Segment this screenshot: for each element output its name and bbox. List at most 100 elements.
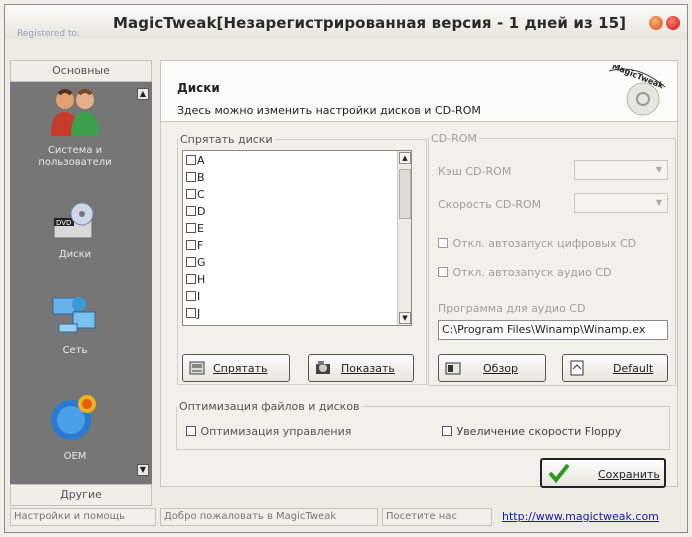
drive-checkbox[interactable] <box>186 189 196 199</box>
drive-row-i[interactable]: I <box>186 289 200 305</box>
magictweak-logo: MagicTweak <box>608 65 665 116</box>
drive-letter: C <box>197 188 205 201</box>
drive-checkbox[interactable] <box>186 257 196 267</box>
drive-letter: G <box>197 256 206 269</box>
website-link[interactable]: http://www.magictweak.com <box>502 510 659 523</box>
audio-program-label: Программа для аудио CD <box>438 302 586 315</box>
hide-disks-legend: Спрятать диски <box>180 133 273 146</box>
drive-checkbox[interactable] <box>186 240 196 250</box>
sidebar-item-network[interactable]: Сеть <box>10 294 140 357</box>
drive-letter: I <box>197 290 201 303</box>
floppy-speed-option[interactable]: Увеличение скорости Floppy <box>442 425 621 438</box>
sidebar-item-disks[interactable]: DVD Диски <box>10 202 140 261</box>
cdrom-speed-label: Скорость CD-ROM <box>438 198 542 211</box>
drive-letter: H <box>197 273 206 286</box>
floppy-speed-checkbox[interactable] <box>442 426 452 436</box>
sidebar: Основные ▲ Система и пользователи DVD Ди… <box>10 60 153 507</box>
drive-checkbox[interactable] <box>186 172 196 182</box>
sidebar-item-label: Диски <box>58 249 92 260</box>
chevron-down-icon: ▼ <box>655 165 663 174</box>
show-drives-label: Показать <box>341 362 395 375</box>
page-header: Диски Здесь можно изменить настройки дис… <box>161 61 677 122</box>
page-description: Здесь можно изменить настройки дисков и … <box>177 104 481 117</box>
scroll-down-arrow-icon[interactable]: ▼ <box>399 312 411 324</box>
drive-row-h[interactable]: H <box>186 272 205 288</box>
status-welcome: Добро пожаловать в MagicTweak <box>160 508 378 526</box>
sidebar-item-oem[interactable]: OEM <box>10 392 140 463</box>
control-optimization-checkbox[interactable] <box>186 426 196 436</box>
browse-folder-icon <box>445 362 461 375</box>
status-settings-help[interactable]: Настройки и помощь <box>10 508 156 526</box>
oem-icon <box>51 395 96 440</box>
scroll-up-arrow-icon[interactable]: ▲ <box>399 152 411 164</box>
drive-checkbox[interactable] <box>186 274 196 284</box>
drive-row-b[interactable]: B <box>186 170 205 186</box>
sidebar-item-label: OEM <box>63 451 87 462</box>
chevron-down-icon: ▼ <box>655 198 663 207</box>
audio-program-path-field[interactable]: C:\Program Files\Winamp\Winamp.ex <box>438 320 668 340</box>
status-visit: Посетите нас <box>382 508 492 526</box>
save-button[interactable]: Сохранить <box>540 458 666 488</box>
drives-scrollbar[interactable]: ▲ ▼ <box>397 151 411 325</box>
sidebar-item-users[interactable]: Система и пользователи <box>10 86 140 169</box>
drive-row-c[interactable]: C <box>186 187 205 203</box>
sidebar-panel: ▲ Система и пользователи DVD Диски Сеть … <box>10 82 152 484</box>
drive-checkbox[interactable] <box>186 155 196 165</box>
cdrom-speed-select[interactable]: ▼ <box>574 193 668 213</box>
svg-text:DVD: DVD <box>56 219 71 227</box>
optimization-legend: Оптимизация файлов и дисков <box>179 400 360 413</box>
autorun-audio-label: Откл. автозапуск аудио CD <box>452 266 612 279</box>
drive-row-f[interactable]: F <box>186 238 203 254</box>
dvd-drive-icon: DVD <box>53 202 94 239</box>
minimize-button[interactable] <box>649 16 663 30</box>
network-icon <box>52 297 96 333</box>
title-bar[interactable]: MagicTweak[Незарегистрированная версия -… <box>5 5 687 39</box>
checkmark-icon <box>548 463 570 483</box>
drive-checkbox[interactable] <box>186 206 196 216</box>
cdrom-cache-label: Кэш CD-ROM <box>438 165 512 178</box>
drive-row-g[interactable]: G <box>186 255 206 271</box>
hide-disk-icon <box>189 361 205 375</box>
hide-drives-label: Спрятать <box>213 362 268 375</box>
scrollbar-thumb[interactable] <box>399 169 411 219</box>
users-icon <box>51 89 99 136</box>
cdrom-cache-select[interactable]: ▼ <box>574 160 668 180</box>
autorun-digital-checkbox[interactable] <box>438 238 448 248</box>
sidebar-tab-other[interactable]: Другие <box>10 484 152 506</box>
browse-label: Обзор <box>483 362 519 375</box>
show-drives-button[interactable]: Показать <box>308 354 414 382</box>
autorun-audio-checkbox[interactable] <box>438 267 448 277</box>
drive-checkbox[interactable] <box>186 223 196 233</box>
autorun-digital-label: Откл. автозапуск цифровых CD <box>452 237 637 250</box>
cdrom-legend: CD-ROM <box>431 132 477 145</box>
drive-row-e[interactable]: E <box>186 221 204 237</box>
control-optimization-label: Оптимизация управления <box>200 425 352 438</box>
drive-row-a[interactable]: A <box>186 153 205 169</box>
default-label: Default <box>613 362 654 375</box>
sidebar-scroll-down-button[interactable]: ▼ <box>137 464 149 476</box>
sidebar-tab-main[interactable]: Основные <box>10 60 152 82</box>
save-label: Сохранить <box>598 468 660 481</box>
page-title: Диски <box>177 81 220 95</box>
default-doc-icon <box>570 360 584 376</box>
floppy-speed-label: Увеличение скорости Floppy <box>456 425 622 438</box>
sidebar-item-label: Сеть <box>62 345 88 356</box>
autorun-digital-option[interactable]: Откл. автозапуск цифровых CD <box>438 237 636 250</box>
default-button[interactable]: Default <box>562 354 668 382</box>
hide-drives-button[interactable]: Спрятать <box>182 354 290 382</box>
control-optimization-option[interactable]: Оптимизация управления <box>186 425 351 438</box>
drive-letter: E <box>197 222 204 235</box>
drive-row-j[interactable]: J <box>186 306 200 322</box>
browse-button[interactable]: Обзор <box>438 354 546 382</box>
drive-row-d[interactable]: D <box>186 204 205 220</box>
status-bar: Настройки и помощь Добро пожаловать в Ma… <box>10 508 678 526</box>
window-title: MagicTweak[Незарегистрированная версия -… <box>113 14 627 32</box>
autorun-audio-option[interactable]: Откл. автозапуск аудио CD <box>438 266 611 279</box>
drive-checkbox[interactable] <box>186 291 196 301</box>
drives-listbox[interactable]: A B C D E F G H I J ▲ ▼ <box>182 150 412 326</box>
close-button[interactable] <box>666 16 680 30</box>
show-disk-icon <box>316 361 330 374</box>
drive-checkbox[interactable] <box>186 308 196 318</box>
drive-letter: A <box>197 154 205 167</box>
drive-letter: B <box>197 171 205 184</box>
